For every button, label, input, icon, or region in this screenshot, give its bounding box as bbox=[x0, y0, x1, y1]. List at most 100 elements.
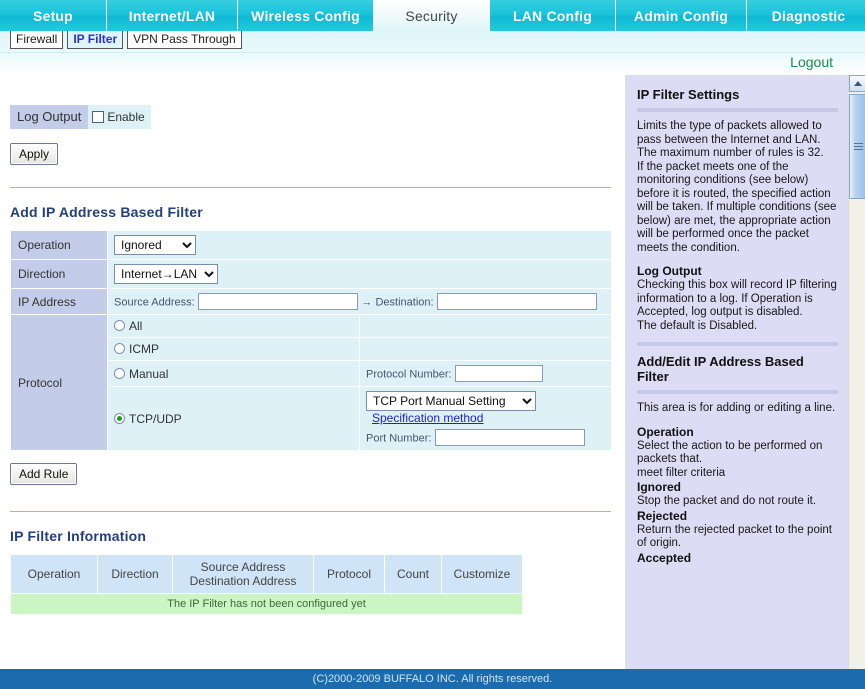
help-rule-3 bbox=[637, 390, 838, 394]
help-scrollbar[interactable] bbox=[848, 75, 865, 688]
ip-address-label: IP Address bbox=[10, 288, 108, 315]
direction-select[interactable]: Internet→LAN bbox=[114, 264, 218, 284]
protocol-all-detail bbox=[359, 314, 612, 338]
source-address-input[interactable] bbox=[198, 293, 359, 310]
help-rule-1 bbox=[637, 108, 838, 112]
protocol-label: Protocol bbox=[10, 314, 108, 451]
scroll-up-button[interactable] bbox=[849, 75, 865, 92]
port-number-label: Port Number: bbox=[366, 432, 432, 445]
specification-method-link[interactable]: Specification method bbox=[372, 411, 483, 425]
protocol-icmp-detail bbox=[359, 337, 612, 361]
protocol-all-label: All bbox=[129, 319, 143, 333]
help-column: IP Filter Settings Limits the type of pa… bbox=[625, 75, 865, 688]
operation-label: Operation bbox=[10, 230, 108, 260]
tab-internet-lan[interactable]: Internet/LAN bbox=[107, 0, 238, 31]
ip-address-cell: Source Address: → Destination: bbox=[107, 288, 612, 315]
filter-info-empty-row: The IP Filter has not been configured ye… bbox=[11, 594, 522, 614]
radio-all-icon[interactable] bbox=[114, 320, 125, 331]
help-rejected-heading: Rejected bbox=[637, 508, 688, 523]
radio-manual-icon[interactable] bbox=[114, 367, 125, 379]
help-rejected-text: Return the rejected packet to the point … bbox=[637, 523, 832, 550]
operation-select[interactable]: Ignored bbox=[114, 235, 196, 255]
log-output-value: Enable bbox=[88, 105, 151, 129]
tab-security[interactable]: Security bbox=[374, 0, 490, 31]
protocol-icmp-label: ICMP bbox=[129, 342, 159, 356]
tab-lan-config[interactable]: LAN Config bbox=[490, 0, 616, 31]
section-divider-bottom bbox=[10, 511, 611, 512]
page-content: Log Output Enable Apply Add IP Address B… bbox=[0, 75, 865, 688]
help-log-output-heading: Log Output bbox=[637, 264, 702, 278]
ip-address-row: IP Address Source Address: → Destination… bbox=[10, 288, 612, 315]
protocol-number-label: Protocol Number: bbox=[366, 368, 452, 381]
logout-bar: Logout bbox=[0, 53, 865, 75]
protocol-all-row: Protocol All bbox=[10, 314, 612, 451]
protocol-option-manual[interactable]: Manual bbox=[107, 360, 360, 387]
scrollbar-thumb[interactable] bbox=[849, 94, 865, 199]
col-protocol: Protocol bbox=[314, 555, 384, 593]
col-operation: Operation bbox=[11, 555, 97, 593]
filter-empty-message: The IP Filter has not been configured ye… bbox=[11, 594, 522, 614]
direction-label: Direction bbox=[10, 259, 108, 289]
add-filter-title: Add IP Address Based Filter bbox=[10, 204, 203, 220]
protocol-tcpudp-detail: TCP Port Manual Setting Specification me… bbox=[359, 386, 612, 451]
col-direction: Direction bbox=[98, 555, 172, 593]
protocol-option-tcpudp[interactable]: TCP/UDP bbox=[107, 386, 360, 451]
col-source-destination: Source Address Destination Address bbox=[173, 555, 313, 593]
tcp-setting-line: TCP Port Manual Setting Specification me… bbox=[366, 391, 605, 425]
direction-cell: Internet→LAN bbox=[107, 259, 612, 289]
protocol-option-icmp[interactable]: ICMP bbox=[107, 337, 360, 361]
add-rule-button[interactable]: Add Rule bbox=[10, 463, 78, 485]
router-admin-page: Setup Internet/LAN Wireless Config Secur… bbox=[0, 0, 865, 689]
protocol-number-input[interactable] bbox=[454, 365, 543, 382]
footer-copyright: (C)2000-2009 BUFFALO INC. All rights res… bbox=[0, 669, 865, 689]
subtab-ip-filter[interactable]: IP Filter bbox=[67, 31, 124, 49]
tab-admin-config[interactable]: Admin Config bbox=[616, 0, 747, 31]
help-rule-2 bbox=[637, 342, 838, 346]
radio-tcpudp-icon[interactable] bbox=[114, 412, 125, 424]
add-filter-form-table: Operation Ignored Direction Internet→LAN bbox=[10, 230, 612, 451]
tab-wireless-config[interactable]: Wireless Config bbox=[238, 0, 374, 31]
protocol-tcpudp-label: TCP/UDP bbox=[129, 411, 182, 426]
help-ignored-text: Stop the packet and do not route it. bbox=[637, 495, 817, 507]
log-output-enable-label: Enable bbox=[107, 110, 145, 124]
direction-row: Direction Internet→LAN bbox=[10, 259, 612, 289]
filter-info-header-row: Operation Direction Source Address Desti… bbox=[11, 555, 522, 593]
destination-address-input[interactable] bbox=[436, 293, 597, 310]
help-operation-text: Select the action to be performed on pac… bbox=[637, 439, 823, 479]
protocol-manual-detail: Protocol Number: bbox=[359, 360, 612, 387]
help-add-edit-heading: Add/Edit IP Address Based Filter bbox=[637, 354, 804, 384]
settings-column: Log Output Enable Apply Add IP Address B… bbox=[0, 75, 625, 688]
subtab-vpn-pass-through[interactable]: VPN Pass Through bbox=[127, 31, 242, 49]
protocol-option-all[interactable]: All bbox=[107, 314, 360, 338]
scrollbar-grip-icon bbox=[854, 143, 863, 150]
help-accepted-heading: Accepted bbox=[637, 550, 692, 565]
chevron-up-icon bbox=[853, 81, 862, 86]
filter-info-table: Operation Direction Source Address Desti… bbox=[10, 554, 523, 615]
filter-info-title: IP Filter Information bbox=[10, 528, 147, 544]
log-output-enable-checkbox[interactable] bbox=[92, 111, 105, 123]
add-rule-wrap: Add Rule bbox=[10, 463, 625, 485]
source-address-label: Source Address: bbox=[114, 296, 195, 309]
operation-cell: Ignored bbox=[107, 230, 612, 260]
log-output-row: Log Output Enable bbox=[10, 105, 172, 129]
help-log-output-text: Checking this box will record IP filteri… bbox=[637, 279, 837, 332]
logout-link[interactable]: Logout bbox=[790, 54, 833, 70]
sub-tab-bar: Firewall IP Filter VPN Pass Through bbox=[0, 31, 865, 53]
tab-diagnostic[interactable]: Diagnostic bbox=[747, 0, 865, 31]
port-number-line: Port Number: bbox=[366, 429, 605, 446]
col-customize: Customize bbox=[442, 555, 522, 593]
help-operation-heading: Operation bbox=[637, 424, 694, 439]
tcp-port-setting-select[interactable]: TCP Port Manual Setting bbox=[366, 391, 536, 411]
operation-row: Operation Ignored bbox=[10, 230, 612, 260]
help-ignored-heading: Ignored bbox=[637, 480, 681, 494]
section-divider-top bbox=[10, 187, 611, 188]
radio-icmp-icon[interactable] bbox=[114, 343, 125, 354]
help-intro-text: Limits the type of packets allowed to pa… bbox=[637, 120, 837, 254]
log-output-label: Log Output bbox=[10, 105, 89, 129]
protocol-manual-label: Manual bbox=[129, 366, 169, 381]
col-count: Count bbox=[385, 555, 441, 593]
apply-button[interactable]: Apply bbox=[10, 143, 59, 165]
tab-setup[interactable]: Setup bbox=[0, 0, 107, 31]
port-number-input[interactable] bbox=[434, 429, 585, 446]
subtab-firewall[interactable]: Firewall bbox=[10, 31, 64, 49]
